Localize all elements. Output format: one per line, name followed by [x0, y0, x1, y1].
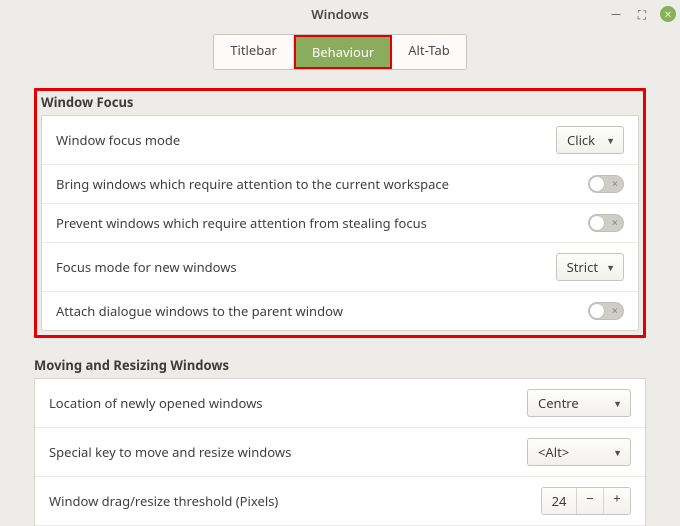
dropdown-special-key[interactable]: <Alt> ▼ — [527, 438, 631, 466]
row-new-window-focus: Focus mode for new windows Strict ▼ — [42, 243, 638, 292]
label-bring-attention: Bring windows which require attention to… — [56, 175, 449, 193]
dropdown-new-window-focus[interactable]: Strict ▼ — [556, 253, 624, 281]
tab-alt-tab[interactable]: Alt-Tab — [392, 35, 466, 69]
window-controls: － ⛶ ✕ — [608, 0, 676, 28]
row-attach-dialogs: Attach dialogue windows to the parent wi… — [42, 292, 638, 330]
row-new-window-location: Location of newly opened windows Centre … — [35, 379, 645, 428]
tab-titlebar[interactable]: Titlebar — [214, 35, 294, 69]
highlight-active-tab: Behaviour — [294, 35, 392, 69]
chevron-down-icon: ▼ — [606, 261, 615, 274]
row-bring-attention: Bring windows which require attention to… — [42, 165, 638, 204]
section-title-moving: Moving and Resizing Windows — [34, 356, 646, 374]
label-focus-mode: Window focus mode — [56, 131, 180, 149]
stepper-drag-threshold: 24 − + — [541, 487, 631, 515]
section-moving-resizing: Moving and Resizing Windows Location of … — [34, 356, 646, 526]
tab-titlebar-label: Titlebar — [230, 41, 277, 59]
dropdown-new-window-location[interactable]: Centre ▼ — [527, 389, 631, 417]
row-prevent-steal: Prevent windows which require attention … — [42, 204, 638, 243]
toggle-bring-attention[interactable] — [588, 175, 624, 193]
label-drag-threshold: Window drag/resize threshold (Pixels) — [49, 492, 278, 510]
label-new-window-location: Location of newly opened windows — [49, 394, 263, 412]
row-focus-mode: Window focus mode Click ▼ — [42, 116, 638, 165]
dropdown-new-window-location-value: Centre — [538, 394, 605, 412]
chevron-down-icon: ▼ — [613, 397, 622, 410]
toggle-prevent-steal[interactable] — [588, 214, 624, 232]
dropdown-focus-mode[interactable]: Click ▼ — [556, 126, 624, 154]
moving-options-box: Location of newly opened windows Centre … — [34, 378, 646, 526]
chevron-down-icon: ▼ — [613, 446, 622, 459]
tab-behaviour-label: Behaviour — [312, 43, 374, 61]
tab-alt-tab-label: Alt-Tab — [408, 41, 450, 59]
tab-behaviour[interactable]: Behaviour — [296, 37, 390, 67]
stepper-value[interactable]: 24 — [542, 488, 577, 514]
stepper-decrement[interactable]: − — [577, 488, 604, 514]
stepper-increment[interactable]: + — [604, 488, 630, 514]
row-special-key: Special key to move and resize windows <… — [35, 428, 645, 477]
section-title-focus: Window Focus — [37, 91, 643, 113]
tab-strip-row: Titlebar Behaviour Alt-Tab — [0, 28, 680, 76]
titlebar: Windows － ⛶ ✕ — [0, 0, 680, 28]
section-window-focus: Window Focus Window focus mode Click ▼ B… — [34, 88, 646, 338]
dropdown-focus-mode-value: Click — [567, 131, 598, 149]
label-new-window-focus: Focus mode for new windows — [56, 258, 237, 276]
toggle-attach-dialogs[interactable] — [588, 302, 624, 320]
focus-options-box: Window focus mode Click ▼ Bring windows … — [41, 115, 639, 331]
dropdown-new-window-focus-value: Strict — [567, 258, 599, 276]
minimize-button[interactable]: － — [608, 6, 624, 22]
chevron-down-icon: ▼ — [606, 134, 615, 147]
tab-strip: Titlebar Behaviour Alt-Tab — [213, 34, 466, 70]
label-special-key: Special key to move and resize windows — [49, 443, 291, 461]
close-button[interactable]: ✕ — [660, 6, 676, 22]
highlight-focus-section: Window Focus Window focus mode Click ▼ B… — [34, 88, 646, 338]
row-drag-threshold: Window drag/resize threshold (Pixels) 24… — [35, 477, 645, 526]
dropdown-special-key-value: <Alt> — [538, 443, 605, 461]
label-attach-dialogs: Attach dialogue windows to the parent wi… — [56, 302, 343, 320]
label-prevent-steal: Prevent windows which require attention … — [56, 214, 427, 232]
maximize-button[interactable]: ⛶ — [634, 6, 650, 22]
window-title: Windows — [0, 5, 680, 23]
content-area: Window Focus Window focus mode Click ▼ B… — [0, 76, 680, 526]
